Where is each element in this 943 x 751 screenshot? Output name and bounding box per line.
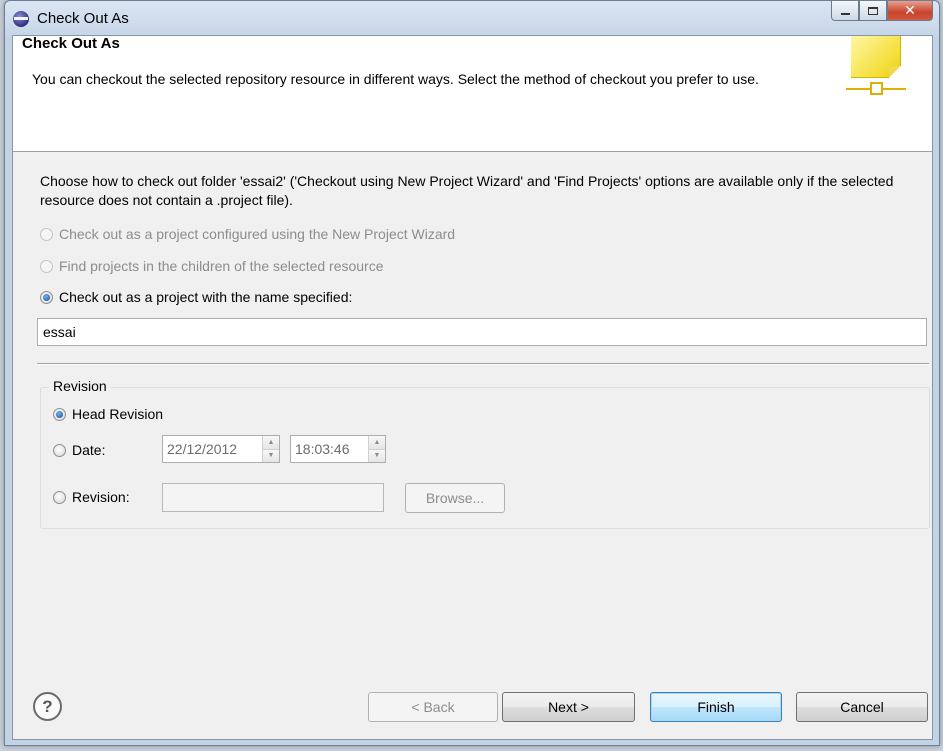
time-value: 18:03:46 <box>295 441 350 457</box>
option-name-specified[interactable]: Check out as a project with the name spe… <box>40 289 352 305</box>
option-label: Find projects in the children of the sel… <box>59 258 384 274</box>
wizard-header: Check Out As You can checkout the select… <box>13 35 932 152</box>
title-bar[interactable]: Check Out As ✕ <box>5 1 939 35</box>
maximize-icon <box>868 6 878 15</box>
revision-input[interactable] <box>162 483 384 512</box>
spin-up-icon[interactable]: ▲ <box>369 436 385 450</box>
separator <box>37 363 929 365</box>
revision-group-label: Revision <box>49 378 111 394</box>
option-revision[interactable]: Revision: <box>53 489 130 505</box>
option-label: Date: <box>72 442 106 458</box>
window-controls: ✕ <box>831 1 933 23</box>
back-label: < Back <box>411 699 455 715</box>
minimize-icon <box>840 12 850 15</box>
maximize-button[interactable] <box>859 1 887 21</box>
minimize-button[interactable] <box>831 1 859 21</box>
network-node-icon <box>870 82 883 95</box>
radio-find-projects[interactable] <box>40 259 53 273</box>
spin-down-icon[interactable]: ▼ <box>263 449 279 462</box>
browse-label: Browse... <box>425 490 485 506</box>
option-find-projects[interactable]: Find projects in the children of the sel… <box>40 258 384 274</box>
browse-button[interactable]: Browse... <box>405 483 505 513</box>
date-spinner[interactable]: 22/12/2012 ▲ ▼ <box>162 435 280 463</box>
help-icon[interactable]: ? <box>33 692 62 721</box>
wizard-description: You can checkout the selected repository… <box>32 71 759 87</box>
finish-button[interactable]: Finish <box>650 692 782 722</box>
wizard-title: Check Out As <box>22 35 120 52</box>
time-spinner[interactable]: 18:03:46 ▲ ▼ <box>290 435 386 463</box>
option-label: Head Revision <box>72 406 164 422</box>
spin-down-icon[interactable]: ▼ <box>369 449 385 462</box>
radio-revision[interactable] <box>53 490 66 504</box>
option-label: Check out as a project with the name spe… <box>59 289 353 305</box>
radio-name-specified[interactable] <box>40 290 53 304</box>
checkout-wizard-banner-icon <box>846 36 906 106</box>
choose-instructions: Choose how to check out folder 'essai2' … <box>40 173 894 208</box>
finish-label: Finish <box>697 699 735 715</box>
date-spinner-arrows[interactable]: ▲ ▼ <box>262 436 279 462</box>
eclipse-icon <box>13 11 29 27</box>
back-button[interactable]: < Back <box>368 692 498 722</box>
time-spinner-arrows[interactable]: ▲ ▼ <box>368 436 385 462</box>
note-icon <box>851 36 901 78</box>
option-date[interactable]: Date: <box>53 442 105 458</box>
close-icon: ✕ <box>904 2 916 18</box>
next-label: Next > <box>548 699 589 715</box>
cancel-button[interactable]: Cancel <box>796 692 928 722</box>
option-label: Check out as a project configured using … <box>59 226 456 242</box>
dialog-client-area: Check Out As You can checkout the select… <box>12 35 933 740</box>
option-new-project-wizard[interactable]: Check out as a project configured using … <box>40 226 455 242</box>
wizard-footer: ? < Back Next > Finish Cancel <box>13 636 932 736</box>
option-label: Revision: <box>72 489 130 505</box>
date-value: 22/12/2012 <box>167 441 238 457</box>
dialog-window: Check Out As ✕ Check Out As You can chec… <box>4 0 940 746</box>
revision-group: Revision Head Revision Date: 22/12/2012 … <box>40 378 930 529</box>
close-button[interactable]: ✕ <box>887 1 933 21</box>
spin-up-icon[interactable]: ▲ <box>263 436 279 450</box>
radio-head-revision[interactable] <box>53 407 66 421</box>
next-button[interactable]: Next > <box>502 692 635 722</box>
cancel-label: Cancel <box>840 699 884 715</box>
project-name-input[interactable] <box>37 318 927 346</box>
radio-new-project-wizard[interactable] <box>40 227 53 241</box>
radio-date[interactable] <box>53 443 66 457</box>
option-head-revision[interactable]: Head Revision <box>53 406 163 422</box>
window-title: Check Out As <box>37 10 129 27</box>
